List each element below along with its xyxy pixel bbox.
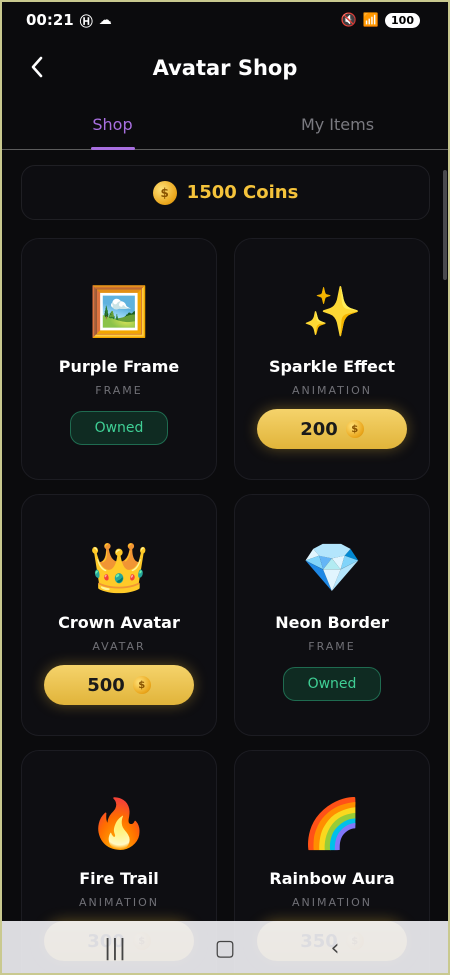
back-arrow-icon[interactable] [22, 52, 52, 82]
status-time: 00:21 [26, 11, 74, 29]
picture-frame-icon: 🖼️ [89, 284, 149, 340]
wifi-icon: 📶 [362, 12, 380, 28]
tab-shop[interactable]: Shop [0, 100, 225, 149]
h-icon: Ⓗ [79, 14, 93, 30]
shop-item-card[interactable]: 💎 Neon Border FRAME Owned [234, 494, 430, 736]
diamond-icon: 💎 [302, 540, 362, 596]
owned-badge: Owned [283, 667, 381, 701]
coin-balance: $ 1500 Coins [21, 165, 430, 220]
item-type: AVATAR [92, 640, 146, 653]
status-right: 🔇 📶 100 [340, 12, 420, 28]
battery-icon: 100 [385, 12, 420, 28]
status-bar: 00:21 Ⓗ ☁ 🔇 📶 100 [0, 0, 450, 40]
fire-icon: 🔥 [89, 796, 149, 852]
item-type: ANIMATION [291, 896, 372, 909]
page-title: Avatar Shop [152, 55, 298, 80]
coin-icon: $ [152, 180, 177, 205]
tab-my-items[interactable]: My Items [225, 100, 450, 149]
coin-balance-label: 1500 Coins [186, 182, 299, 203]
item-grid: 🖼️ Purple Frame FRAME Owned ✨ Sparkle Ef… [21, 238, 430, 975]
status-left: 00:21 Ⓗ ☁ [26, 11, 112, 30]
coin-icon: $ [345, 420, 364, 438]
item-type: FRAME [308, 640, 356, 653]
item-name: Rainbow Aura [269, 869, 395, 888]
buy-button[interactable]: 200 $ [257, 409, 407, 449]
recent-apps-icon[interactable]: ||| [95, 936, 135, 961]
shop-content: $ 1500 Coins 🖼️ Purple Frame FRAME Owned… [0, 150, 450, 975]
item-type: ANIMATION [78, 896, 159, 909]
item-name: Fire Trail [79, 869, 159, 888]
shop-item-card[interactable]: ✨ Sparkle Effect ANIMATION 200 $ [234, 238, 430, 480]
item-type: ANIMATION [291, 384, 372, 397]
buy-button[interactable]: 500 $ [44, 665, 194, 705]
shop-item-card[interactable]: 👑 Crown Avatar AVATAR 500 $ [21, 494, 217, 736]
scrollbar[interactable] [443, 170, 447, 280]
mute-icon: 🔇 [340, 12, 357, 28]
item-price: 200 [300, 418, 338, 440]
item-type: FRAME [95, 384, 143, 397]
system-nav-bar: ||| ▢ ‹ [0, 921, 450, 975]
shop-item-card[interactable]: 🖼️ Purple Frame FRAME Owned [21, 238, 217, 480]
header: Avatar Shop [0, 40, 450, 95]
rainbow-icon: 🌈 [302, 796, 362, 852]
sparkles-icon: ✨ [302, 284, 362, 340]
item-name: Purple Frame [58, 357, 180, 376]
home-icon[interactable]: ▢ [205, 936, 245, 961]
crown-icon: 👑 [89, 540, 149, 596]
item-price: 500 [87, 674, 125, 696]
owned-badge: Owned [70, 411, 168, 445]
item-name: Sparkle Effect [268, 357, 396, 376]
coin-icon: $ [132, 676, 151, 694]
item-name: Crown Avatar [58, 613, 180, 632]
cloud-icon: ☁ [98, 12, 112, 28]
tab-bar: Shop My Items [0, 100, 450, 150]
nav-back-icon[interactable]: ‹ [315, 936, 355, 961]
item-name: Neon Border [275, 613, 389, 632]
